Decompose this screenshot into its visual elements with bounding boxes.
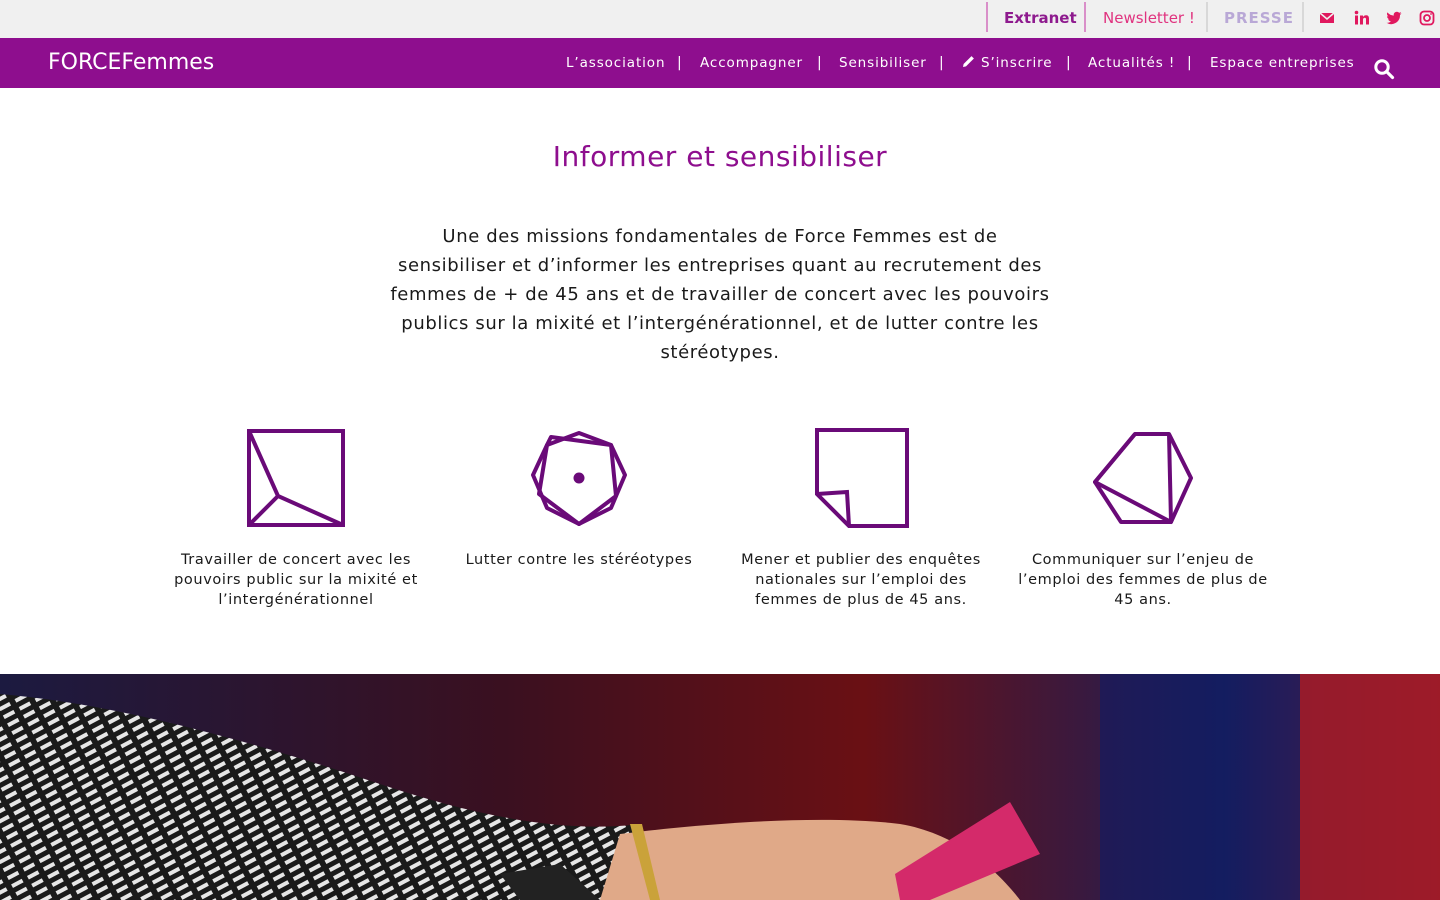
instagram-icon[interactable]	[1418, 9, 1436, 27]
search-icon[interactable]	[1373, 58, 1395, 80]
nav-item-sinscrire[interactable]: S’inscrire	[962, 38, 1052, 88]
feature-card: Mener et publier des enquêtes nationales…	[730, 428, 992, 610]
hexagon-geometric-icon	[1093, 432, 1193, 524]
main-navbar: FORCEFemmes L’association | Accompagner …	[0, 38, 1440, 88]
feature-caption: Communiquer sur l’enjeu de l’emploi des …	[1018, 552, 1268, 608]
linkedin-icon[interactable]	[1353, 9, 1371, 27]
nav-item-espace-entreprises[interactable]: Espace entreprises	[1210, 38, 1355, 88]
heptagon-geometric-icon	[531, 431, 627, 526]
feature-caption: Lutter contre les stéréotypes	[465, 552, 693, 568]
nav-item-association[interactable]: L’association	[566, 38, 665, 88]
site-logo[interactable]: FORCEFemmes	[48, 50, 214, 75]
envelope-icon[interactable]	[1318, 9, 1336, 27]
feature-caption: Travailler de concert avec les pouvoirs …	[174, 552, 418, 608]
newsletter-link[interactable]: Newsletter !	[1103, 0, 1195, 38]
nav-item-label: S’inscrire	[981, 55, 1053, 71]
nav-item-sensibiliser[interactable]: Sensibiliser	[839, 38, 927, 88]
divider	[1206, 2, 1208, 32]
feature-card: Lutter contre les stéréotypes	[448, 428, 710, 570]
presse-link[interactable]: PRESSE	[1224, 0, 1294, 38]
square-geometric-icon	[247, 429, 345, 527]
nav-separator: |	[1187, 55, 1192, 71]
extranet-link[interactable]: Extranet	[1004, 0, 1077, 38]
hero-photo	[0, 674, 1440, 900]
feature-caption: Mener et publier des enquêtes nationales…	[741, 552, 981, 608]
feature-card: Communiquer sur l’enjeu de l’emploi des …	[1012, 428, 1274, 610]
folded-square-icon	[815, 428, 909, 528]
feature-card: Travailler de concert avec les pouvoirs …	[165, 428, 427, 610]
nav-separator: |	[677, 55, 682, 71]
nav-separator: |	[1066, 55, 1071, 71]
pencil-icon	[963, 56, 974, 67]
divider	[1084, 2, 1086, 32]
nav-separator: |	[817, 55, 822, 71]
divider	[1302, 2, 1304, 32]
twitter-icon[interactable]	[1385, 9, 1403, 27]
nav-item-accompagner[interactable]: Accompagner	[700, 38, 803, 88]
page-title: Informer et sensibiliser	[552, 140, 888, 173]
nav-item-actualites[interactable]: Actualités !	[1088, 38, 1175, 88]
utility-bar: Extranet Newsletter ! PRESSE	[0, 0, 1440, 38]
nav-separator: |	[939, 55, 944, 71]
intro-paragraph: Une des missions fondamentales de Force …	[390, 226, 1050, 363]
divider	[986, 2, 988, 32]
